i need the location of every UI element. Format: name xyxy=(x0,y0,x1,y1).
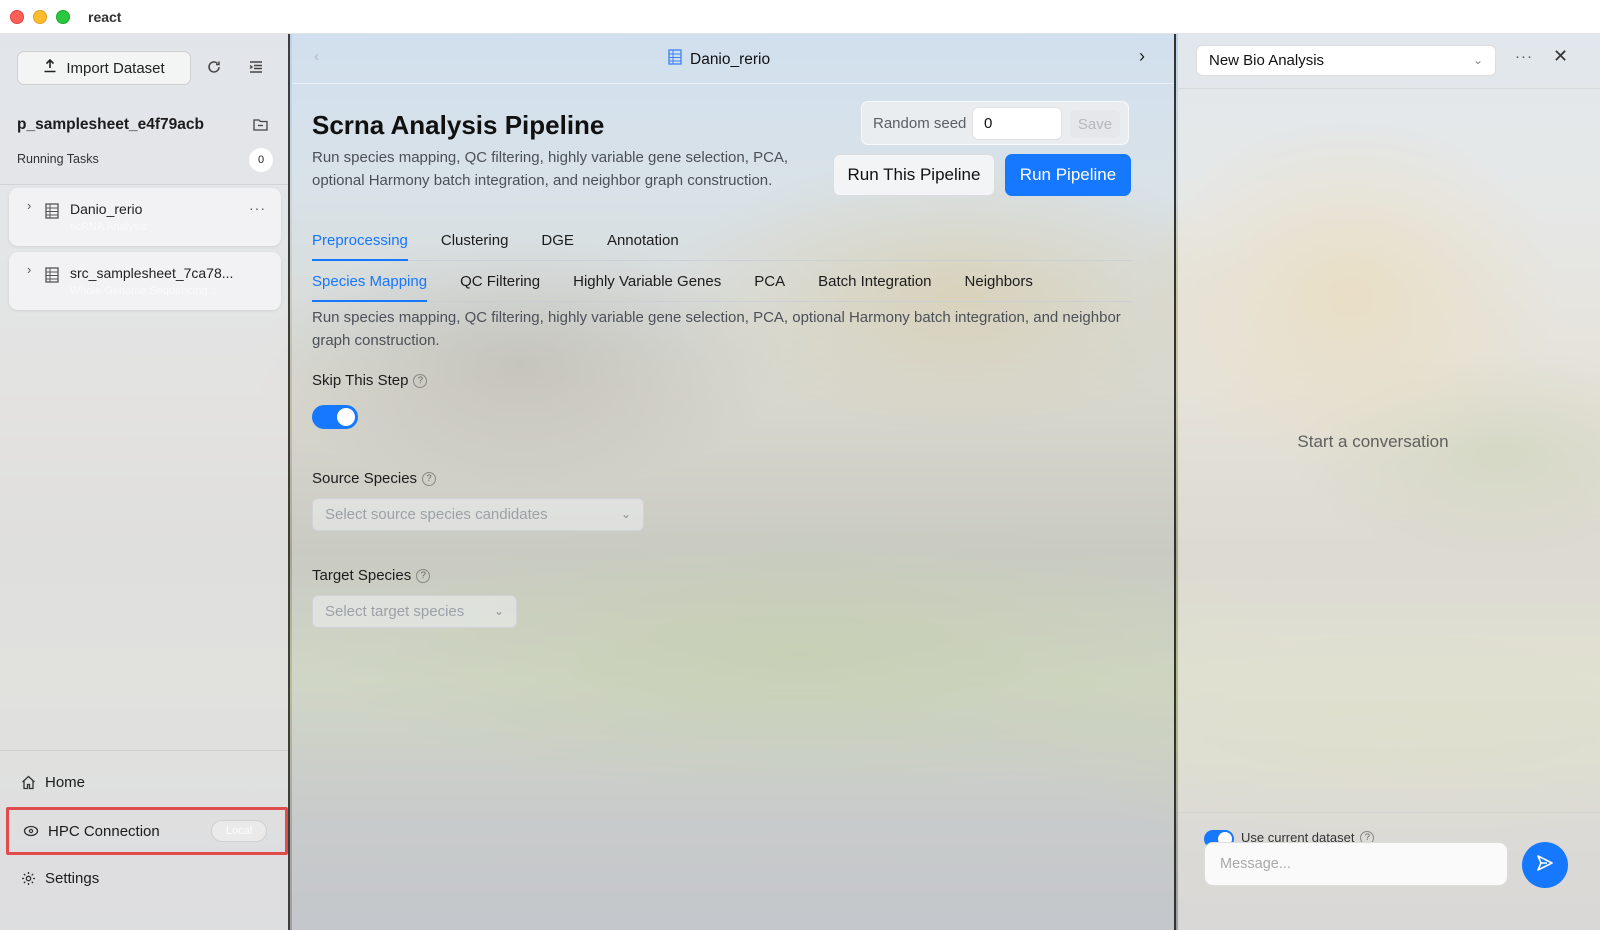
table-icon xyxy=(45,203,59,219)
gear-icon xyxy=(20,870,36,886)
step-description: Run species mapping, QC filtering, highl… xyxy=(312,309,1121,349)
random-seed-label: Random seed xyxy=(873,115,967,132)
nav-hpc-connection[interactable]: HPC Connection Local xyxy=(6,807,288,855)
refresh-icon[interactable] xyxy=(201,54,227,80)
dataset-type: Whole Genome Sequencing ... xyxy=(70,285,220,297)
close-icon[interactable]: ✕ xyxy=(1553,46,1568,67)
run-pipeline-button[interactable]: Run Pipeline xyxy=(1005,154,1131,196)
target-species-label: Target Species xyxy=(312,567,412,584)
header-dataset-name: Danio_rerio xyxy=(690,50,771,68)
subtab-species-mapping[interactable]: Species Mapping xyxy=(312,262,428,302)
subtab-pca[interactable]: PCA xyxy=(754,262,785,301)
source-species-label-group: Source Species ? xyxy=(312,470,437,487)
close-window-button[interactable] xyxy=(10,9,24,24)
source-species-label: Source Species xyxy=(312,470,418,487)
panel-header: ‹ Danio_rerio › xyxy=(292,34,1174,84)
message-input[interactable]: Message... xyxy=(1204,842,1508,886)
help-icon[interactable]: ? xyxy=(416,568,431,583)
home-icon xyxy=(20,774,36,790)
tab-annotation[interactable]: Annotation xyxy=(607,221,679,260)
nav-home-label: Home xyxy=(45,773,86,791)
help-icon[interactable]: ? xyxy=(422,471,437,486)
nav-hpc-label: HPC Connection xyxy=(48,822,160,840)
pipeline-description: Run species mapping, QC filtering, highl… xyxy=(312,149,789,189)
import-dataset-button[interactable]: Import Dataset xyxy=(17,51,191,85)
empty-conversation-text: Start a conversation xyxy=(1297,432,1449,451)
subtab-batch-integration[interactable]: Batch Integration xyxy=(818,262,931,301)
window-title: react xyxy=(88,8,122,25)
dataset-name: src_samplesheet_7ca78... xyxy=(70,265,234,281)
tab-dge[interactable]: DGE xyxy=(541,221,574,260)
dataset-header: Danio_rerio xyxy=(668,49,770,70)
sidebar-footer-divider xyxy=(0,750,288,751)
analysis-select[interactable]: New Bio Analysis ⌄ xyxy=(1196,45,1496,76)
window-controls xyxy=(10,9,70,24)
nav-settings[interactable]: Settings xyxy=(6,856,288,900)
import-dataset-label: Import Dataset xyxy=(66,59,165,77)
source-species-placeholder: Select source species candidates xyxy=(325,506,548,523)
running-tasks-count: 0 xyxy=(249,148,273,172)
nav-settings-label: Settings xyxy=(45,869,100,887)
toggle-knob xyxy=(337,408,355,426)
message-placeholder: Message... xyxy=(1220,856,1291,872)
step-tabs: Species Mapping QC Filtering Highly Vari… xyxy=(312,262,1131,302)
skip-step-label: Skip This Step xyxy=(312,372,409,389)
skip-step-toggle[interactable] xyxy=(312,405,358,429)
running-tasks-label: Running Tasks xyxy=(17,152,99,166)
upload-icon xyxy=(43,58,57,77)
more-options-icon[interactable]: ··· xyxy=(249,200,266,216)
table-icon xyxy=(45,267,59,283)
dataset-type: scRNA Analysis xyxy=(70,221,148,233)
minimize-window-button[interactable] xyxy=(33,9,47,24)
target-species-select[interactable]: Select target species ⌄ xyxy=(312,595,517,628)
tab-clustering[interactable]: Clustering xyxy=(441,221,509,260)
table-icon xyxy=(668,49,682,70)
pipeline-title: Scrna Analysis Pipeline xyxy=(312,110,605,140)
target-species-label-group: Target Species ? xyxy=(312,567,431,584)
collapse-menu-icon[interactable] xyxy=(243,54,269,80)
subtab-neighbors[interactable]: Neighbors xyxy=(965,262,1033,301)
dataset-name: Danio_rerio xyxy=(70,201,143,217)
send-icon xyxy=(1536,854,1554,877)
chevron-down-icon: ⌄ xyxy=(1472,53,1483,67)
sidebar-divider xyxy=(0,184,288,185)
maximize-window-button[interactable] xyxy=(56,9,70,24)
tab-preprocessing[interactable]: Preprocessing xyxy=(312,221,408,261)
chat-header-divider xyxy=(1178,88,1600,89)
random-seed-input[interactable]: 0 xyxy=(972,107,1062,140)
subtab-qc-filtering[interactable]: QC Filtering xyxy=(460,262,540,301)
analysis-select-value: New Bio Analysis xyxy=(1209,52,1325,69)
nav-home[interactable]: Home xyxy=(6,760,288,804)
random-seed-group: Random seed 0 Save xyxy=(861,101,1129,145)
chat-panel: New Bio Analysis ⌄ ··· ✕ Start a convers… xyxy=(1178,34,1600,930)
title-bar: react xyxy=(0,0,1600,34)
back-arrow-icon[interactable]: ‹ xyxy=(314,48,319,66)
forward-arrow-icon[interactable]: › xyxy=(1139,46,1145,67)
project-name: p_samplesheet_e4f79acb xyxy=(17,116,204,133)
run-this-pipeline-button[interactable]: Run This Pipeline xyxy=(833,154,995,196)
chevron-right-icon[interactable]: › xyxy=(27,262,31,277)
save-seed-button[interactable]: Save xyxy=(1070,110,1120,138)
chat-footer-divider xyxy=(1178,812,1600,813)
cloud-connection-icon xyxy=(23,823,39,839)
skip-step-label-group: Skip This Step ? xyxy=(312,372,428,389)
folder-icon[interactable] xyxy=(247,111,273,137)
pipeline-panel: ‹ Danio_rerio › Scrna Analysis Pipeline … xyxy=(292,34,1176,930)
help-icon[interactable]: ? xyxy=(413,373,428,388)
target-species-placeholder: Select target species xyxy=(325,603,465,620)
connection-mode-badge: Local xyxy=(211,820,267,842)
dataset-item[interactable]: › src_samplesheet_7ca78... Whole Genome … xyxy=(9,252,281,310)
stage-tabs: Preprocessing Clustering DGE Annotation xyxy=(312,221,1131,261)
source-species-select[interactable]: Select source species candidates ⌄ xyxy=(312,498,644,531)
more-options-icon[interactable]: ··· xyxy=(1515,48,1533,65)
send-button[interactable] xyxy=(1522,842,1568,888)
chevron-down-icon: ⌄ xyxy=(620,507,631,521)
dataset-item[interactable]: › Danio_rerio scRNA Analysis ··· xyxy=(9,188,281,246)
sidebar: Import Dataset p_samplesheet_e4f79acb Ru… xyxy=(0,34,290,930)
chevron-right-icon[interactable]: › xyxy=(27,198,31,213)
chevron-down-icon: ⌄ xyxy=(493,604,504,618)
subtab-highly-variable-genes[interactable]: Highly Variable Genes xyxy=(573,262,721,301)
